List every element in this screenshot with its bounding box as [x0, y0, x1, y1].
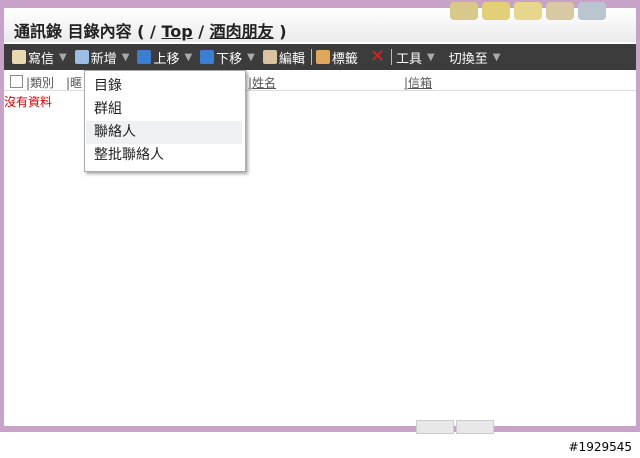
- breadcrumb-folder-link[interactable]: 酒肉朋友: [210, 22, 274, 41]
- column-nickname-label: 暱: [70, 76, 83, 90]
- add-label: 新增: [90, 51, 117, 67]
- column-nickname[interactable]: |暱: [66, 74, 82, 91]
- menu-item-contact[interactable]: 聯絡人: [86, 121, 242, 144]
- title-suffix: ): [273, 22, 287, 41]
- delete-button[interactable]: ✕: [369, 46, 385, 67]
- scroll-left-button[interactable]: [416, 420, 454, 434]
- column-category-label: 類別: [30, 76, 55, 90]
- page-header: 通訊錄 目錄內容 ( / Top / 酒肉朋友 ): [4, 2, 636, 42]
- edit-label: 編輯: [278, 51, 305, 67]
- delete-x-icon: ✕: [369, 46, 385, 67]
- page-title: 通訊錄 目錄內容 ( / Top / 酒肉朋友 ): [14, 18, 287, 42]
- write-icon: [12, 50, 26, 64]
- column-name-label: 姓名: [252, 76, 277, 90]
- frame-right: [636, 0, 640, 430]
- toolbar-divider: [391, 49, 392, 65]
- move-up-button[interactable]: 上移 ▼: [137, 48, 192, 67]
- move-down-label: 下移: [216, 51, 243, 67]
- scroll-right-button[interactable]: [456, 420, 494, 434]
- folder-icon: [450, 2, 478, 20]
- column-category[interactable]: |類別: [26, 74, 54, 91]
- column-email-label: 信箱: [408, 76, 433, 90]
- write-label: 寫信: [28, 51, 55, 67]
- switch-to-label: 切換至: [448, 51, 488, 67]
- add-button[interactable]: 新增 ▼: [74, 48, 130, 67]
- chevron-down-icon: ▼: [247, 51, 255, 63]
- chevron-down-icon: ▼: [121, 51, 130, 63]
- notes-icon: [514, 2, 542, 20]
- write-button[interactable]: 寫信 ▼: [12, 48, 67, 67]
- breadcrumb-top-link[interactable]: Top: [161, 22, 192, 41]
- tools-label: 工具: [396, 51, 423, 67]
- watermark-id: #1929545: [568, 440, 633, 454]
- toolbar-divider: [310, 49, 312, 65]
- toolbar: 寫信 ▼ 新增 ▼ 上移 ▼ 下移 ▼ 編輯 標籤 ✕ 工具 ▼ 切換至 ▼: [4, 44, 636, 70]
- add-icon: [74, 50, 89, 64]
- tag-label: 標籤: [331, 51, 358, 67]
- menu-item-group[interactable]: 群組: [86, 98, 242, 121]
- empty-list-message: 沒有資料: [4, 95, 53, 109]
- switch-to-button[interactable]: 切換至 ▼: [449, 48, 501, 67]
- column-email[interactable]: |信箱: [404, 74, 432, 91]
- select-all-checkbox[interactable]: [10, 75, 23, 88]
- column-name[interactable]: |姓名: [248, 74, 276, 91]
- tag-icon: [315, 50, 330, 64]
- computer-icon: [578, 2, 606, 20]
- chevron-down-icon: ▼: [492, 51, 501, 63]
- paperclip-icon: [546, 2, 574, 20]
- menu-item-batch-contacts[interactable]: 整批聯絡人: [86, 144, 242, 167]
- move-up-label: 上移: [153, 51, 180, 67]
- breadcrumb-separator: /: [192, 22, 210, 41]
- add-dropdown-menu: 目錄 群組 聯絡人 整批聯絡人: [84, 70, 246, 172]
- move-down-button[interactable]: 下移 ▼: [200, 48, 255, 67]
- bottom-frame: [0, 426, 640, 432]
- menu-item-directory[interactable]: 目錄: [86, 75, 242, 98]
- tag-button[interactable]: 標籤: [315, 48, 358, 67]
- title-prefix: 通訊錄 目錄內容 ( /: [14, 22, 162, 41]
- edit-icon: [262, 50, 277, 64]
- decorative-icons: [450, 2, 606, 20]
- scroll-controls: [416, 420, 494, 434]
- chevron-down-icon: ▼: [59, 51, 67, 63]
- arrow-up-icon: [137, 50, 152, 64]
- arrow-down-icon: [200, 50, 215, 64]
- chevron-down-icon: ▼: [184, 51, 193, 63]
- chevron-down-icon: ▼: [427, 51, 435, 63]
- tools-button[interactable]: 工具 ▼: [396, 48, 435, 67]
- envelope-icon: [482, 2, 510, 20]
- edit-button[interactable]: 編輯: [262, 48, 305, 67]
